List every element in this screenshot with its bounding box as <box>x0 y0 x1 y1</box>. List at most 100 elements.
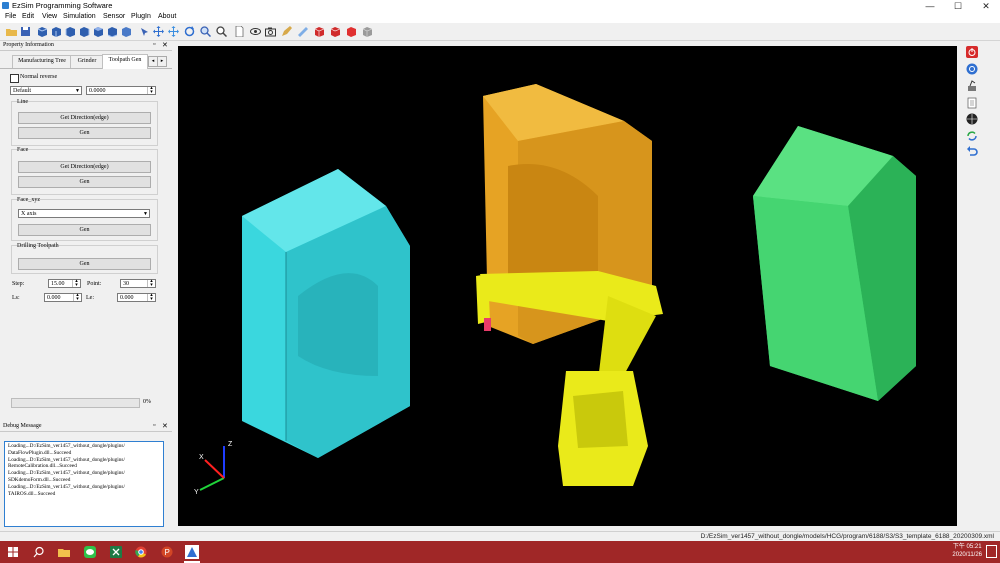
view-iso-alt-icon[interactable] <box>139 26 150 37</box>
close-button[interactable]: ✕ <box>972 0 1000 12</box>
line-gen-button[interactable]: Gen <box>18 127 151 139</box>
gray-cube-icon[interactable] <box>362 26 373 37</box>
view-cube-top-icon[interactable] <box>93 26 104 37</box>
pen-icon[interactable] <box>281 26 292 37</box>
ls-input[interactable]: 0.000 ▴ ▾ <box>44 293 82 302</box>
menu-file[interactable]: File <box>5 13 16 20</box>
mode-value-input[interactable]: 0.0000 ▴ ▾ <box>86 86 156 95</box>
face-xyz-gen-button[interactable]: Gen <box>18 224 151 236</box>
powerpoint-icon[interactable]: P <box>161 546 173 558</box>
sync-icon[interactable] <box>966 130 978 142</box>
view-cube-left-icon[interactable] <box>65 26 76 37</box>
menu-sensor[interactable]: Sensor <box>103 13 125 20</box>
tab-scroll-right-icon[interactable]: ▸ <box>157 56 167 67</box>
normal-reverse-checkbox[interactable] <box>10 74 19 83</box>
drilling-gen-button[interactable]: Gen <box>18 258 151 270</box>
excel-icon[interactable] <box>110 546 122 558</box>
property-panel-title: Property Information <box>3 42 54 48</box>
3d-viewport[interactable]: Z X Y <box>178 46 957 526</box>
save-icon[interactable] <box>20 26 31 37</box>
mode-select-value: Default <box>13 88 31 94</box>
red-cube-icon[interactable] <box>346 26 357 37</box>
red-cube-icon[interactable] <box>330 26 341 37</box>
point-input[interactable]: 30 ▴ ▾ <box>120 279 156 288</box>
zoom-icon[interactable] <box>216 26 227 37</box>
maximize-button[interactable]: ☐ <box>944 0 972 12</box>
right-toolbar <box>960 41 988 531</box>
minimize-button[interactable]: — <box>916 0 944 12</box>
face-gen-button[interactable]: Gen <box>18 176 151 188</box>
view-cube-right-icon[interactable] <box>79 26 90 37</box>
search-icon[interactable] <box>33 546 45 558</box>
red-cube-icon[interactable] <box>314 26 325 37</box>
spin-arrows-icon[interactable]: ▴ ▾ <box>147 279 155 288</box>
axis-label-x: X <box>199 454 204 461</box>
window-title: EzSim Programming Software <box>12 1 113 10</box>
debug-message-box[interactable]: Loading...D:/EzSim_ver1457_without_dongl… <box>4 441 164 527</box>
power-icon[interactable] <box>966 46 978 58</box>
document-list-icon[interactable] <box>966 97 978 109</box>
pan-icon[interactable] <box>168 26 179 37</box>
system-clock[interactable]: 下午 05:21 2020/11/26 <box>952 543 982 559</box>
camera-icon[interactable] <box>265 26 276 37</box>
view-iso-icon[interactable] <box>121 26 132 37</box>
title-bar: EzSim Programming Software — ☐ ✕ <box>0 0 1000 12</box>
rotate-icon[interactable] <box>184 26 195 37</box>
property-tabs: Manufacturing Tree Grinder Toolpath Gen … <box>0 52 172 69</box>
measure-icon[interactable] <box>297 26 308 37</box>
open-folder-icon[interactable] <box>6 26 17 37</box>
menu-bar: File Edit View Simulation Sensor PlugIn … <box>0 12 1000 23</box>
axis-triad <box>199 446 225 491</box>
view-cube-bottom-icon[interactable] <box>107 26 118 37</box>
robot-icon[interactable] <box>966 80 978 92</box>
debug-line: SDKdemoForm.dll...Succeed <box>8 476 71 483</box>
view-cube-back-icon[interactable] <box>51 26 62 37</box>
menu-about[interactable]: About <box>158 13 176 20</box>
undo-icon[interactable] <box>966 145 978 157</box>
document-icon[interactable] <box>234 26 245 37</box>
line-group-title: Line <box>17 99 28 105</box>
menu-edit[interactable]: Edit <box>22 13 34 20</box>
zoom-window-icon[interactable] <box>200 26 211 37</box>
mode-select[interactable]: Default ▼ <box>10 86 82 95</box>
panel-close-icon[interactable]: ✕ <box>162 422 168 430</box>
app-icon <box>2 2 9 9</box>
menu-view[interactable]: View <box>42 13 57 20</box>
notification-icon[interactable] <box>986 545 997 558</box>
pin-icon[interactable]: ▫ <box>153 422 155 429</box>
face-get-direction-button[interactable]: Get Direction(edge) <box>18 161 151 173</box>
menu-plugin[interactable]: PlugIn <box>131 13 151 20</box>
spin-arrows-icon[interactable]: ▴ ▾ <box>73 293 81 302</box>
refresh-icon[interactable] <box>966 63 978 75</box>
main-toolbar <box>0 23 1000 41</box>
progress-bar <box>11 398 140 408</box>
pin-icon[interactable]: ▫ <box>153 41 155 48</box>
line-get-direction-button[interactable]: Get Direction(edge) <box>18 112 151 124</box>
view-cube-front-icon[interactable] <box>37 26 48 37</box>
spin-arrows-icon[interactable]: ▴ ▾ <box>72 279 80 288</box>
globe-icon[interactable] <box>966 113 978 125</box>
ezsim-app-icon[interactable] <box>185 545 199 559</box>
axis-select[interactable]: X axis ▼ <box>18 209 150 218</box>
panel-close-icon[interactable]: ✕ <box>162 41 168 49</box>
select-arrow-icon[interactable] <box>153 26 164 37</box>
menu-simulation[interactable]: Simulation <box>63 13 96 20</box>
debug-line: Loading...D:/EzSim_ver1457_without_dongl… <box>8 470 125 477</box>
eye-icon[interactable] <box>250 26 261 37</box>
cyan-machine-model <box>242 169 410 458</box>
tab-grinder[interactable]: Grinder <box>70 55 104 68</box>
line-app-icon[interactable] <box>84 546 96 558</box>
tab-toolpath-gen[interactable]: Toolpath Gen <box>102 54 148 69</box>
spin-arrows-icon[interactable]: ▴ ▾ <box>147 86 155 95</box>
spin-arrows-icon[interactable]: ▴ ▾ <box>147 293 155 302</box>
windows-start-icon[interactable] <box>7 546 19 558</box>
chrome-icon[interactable] <box>135 546 147 558</box>
step-input[interactable]: 15.00 ▴ ▾ <box>48 279 81 288</box>
le-input[interactable]: 0.000 ▴ ▾ <box>117 293 156 302</box>
drilling-group-title: Drilling Toolpath <box>17 243 59 249</box>
chevron-down-icon: ▼ <box>143 212 148 217</box>
debug-line: DataFlowPlugin.dll...Succeed <box>8 449 72 456</box>
file-explorer-icon[interactable] <box>58 546 70 558</box>
tab-manufacturing-tree[interactable]: Manufacturing Tree <box>12 55 72 68</box>
normal-reverse-label: Normal reverse <box>20 74 58 80</box>
